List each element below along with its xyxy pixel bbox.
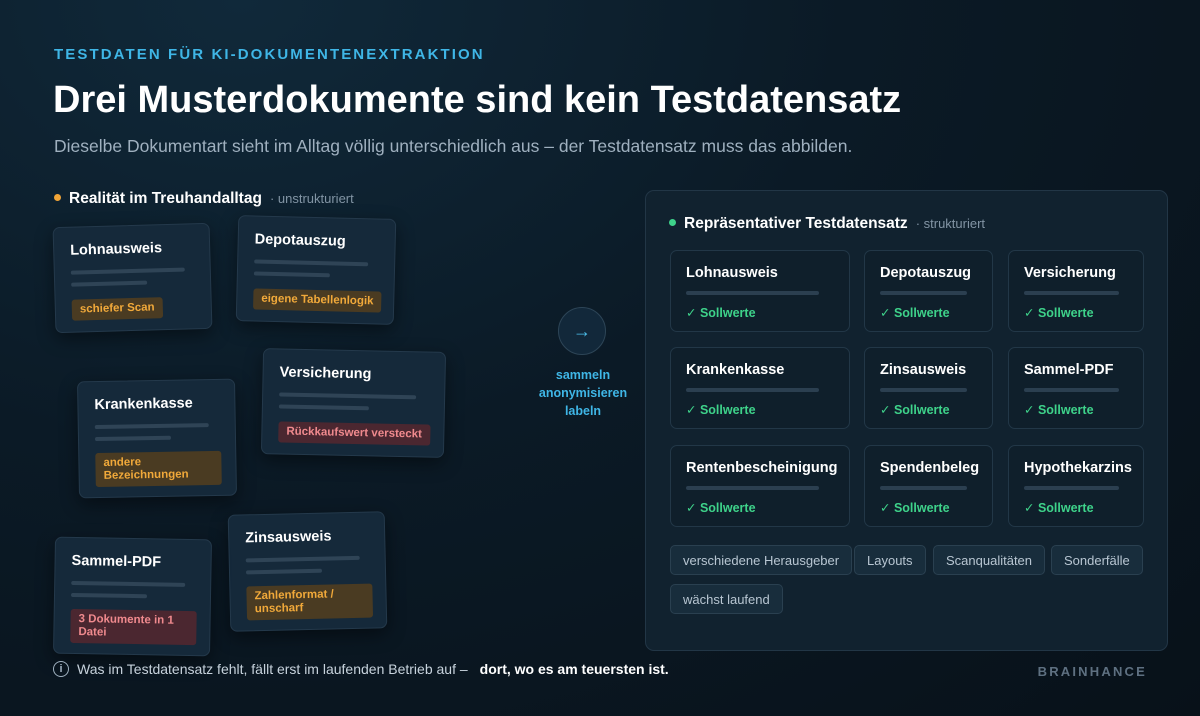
- placeholder-line: [279, 392, 417, 400]
- placeholder-line: [70, 592, 148, 599]
- placeholder-line: [254, 259, 369, 267]
- arrow-right-icon: →: [558, 307, 606, 355]
- dataset-card: Spendenbeleg ✓ Sollwerte: [864, 445, 993, 527]
- dataset-card: Depotauszug ✓ Sollwerte: [864, 250, 993, 332]
- dataset-heading-sub: · strukturiert: [915, 216, 986, 231]
- placeholder-line: [880, 291, 967, 295]
- reality-card-tag: Zahlenformat / unscharf: [246, 583, 374, 621]
- reality-card-tag: 3 Dokumente in 1 Datei: [70, 608, 197, 646]
- page-title: Drei Musterdokumente sind kein Testdaten…: [53, 79, 902, 121]
- footer-emphasis: dort, wo es am teuersten ist.: [479, 661, 669, 677]
- reality-card-title: Krankenkasse: [94, 395, 193, 414]
- placeholder-line: [686, 486, 819, 490]
- placeholder-line: [686, 388, 819, 392]
- check-label: ✓ Sollwerte: [1024, 501, 1094, 515]
- arrow-glyph: →: [573, 320, 591, 341]
- placeholder-line: [71, 580, 186, 587]
- check-label: ✓ Sollwerte: [686, 306, 756, 320]
- dataset-card: Rentenbescheinigung ✓ Sollwerte: [670, 445, 850, 527]
- dataset-card-title: Rentenbescheinigung: [686, 460, 838, 476]
- placeholder-line: [1024, 388, 1119, 392]
- placeholder-line: [278, 404, 369, 411]
- dataset-card: Zinsausweis ✓ Sollwerte: [864, 347, 993, 429]
- check-label: ✓ Sollwerte: [1024, 306, 1094, 320]
- check-label: ✓ Sollwerte: [686, 501, 756, 515]
- reality-card-tag: eigene Tabellenlogik: [253, 288, 382, 313]
- reality-card-lohnausweis: Lohnausweis schiefer Scan: [52, 222, 213, 334]
- dataset-card-title: Depotauszug: [880, 265, 972, 281]
- dataset-heading: Repräsentativer Testdatensatz · struktur…: [669, 215, 985, 233]
- dataset-chip: Sonderfälle: [1051, 545, 1143, 575]
- dataset-card-title: Sammel-PDF: [1024, 362, 1114, 378]
- placeholder-line: [94, 423, 209, 430]
- eyebrow: TESTDATEN FÜR KI-DOKUMENTENEXTRAKTION: [54, 46, 485, 63]
- dataset-card: Sammel-PDF ✓ Sollwerte: [1008, 347, 1144, 429]
- reality-card-tag: andere Bezeichnungen: [95, 450, 222, 488]
- status-dot-icon: [669, 219, 676, 226]
- placeholder-line: [880, 388, 967, 392]
- reality-heading-sub: · unstrukturiert: [269, 191, 354, 206]
- reality-card-title: Sammel-PDF: [71, 552, 162, 571]
- placeholder-line: [1024, 486, 1119, 490]
- reality-card-zinsausweis: Zinsausweis Zahlenformat / unscharf: [227, 511, 388, 632]
- dataset-card: Krankenkasse ✓ Sollwerte: [670, 347, 850, 429]
- dataset-card-title: Spendenbeleg: [880, 460, 980, 476]
- dataset-panel: Repräsentativer Testdatensatz · struktur…: [645, 190, 1168, 651]
- dataset-chip: Scanqualitäten: [933, 545, 1046, 575]
- info-icon: i: [53, 661, 69, 677]
- dataset-card-title: Versicherung: [1024, 265, 1116, 281]
- placeholder-line: [686, 291, 819, 295]
- page-subtitle: Dieselbe Dokumentart sieht im Alltag völ…: [54, 136, 853, 156]
- placeholder-line: [245, 568, 323, 575]
- reality-card-title: Lohnausweis: [69, 240, 163, 259]
- placeholder-line: [245, 555, 360, 563]
- dataset-card-title: Lohnausweis: [686, 265, 778, 281]
- dataset-card: Lohnausweis ✓ Sollwerte: [670, 250, 850, 332]
- reality-card-title: Versicherung: [279, 364, 372, 383]
- check-label: ✓ Sollwerte: [686, 403, 756, 417]
- flow-label: sammeln anonymisieren labeln: [528, 366, 638, 420]
- check-label: ✓ Sollwerte: [1024, 403, 1094, 417]
- dataset-chip: verschiedene Herausgeber: [670, 545, 853, 575]
- status-dot-icon: [54, 194, 61, 201]
- check-label: ✓ Sollwerte: [880, 306, 950, 320]
- footer-note: i Was im Testdatensatz fehlt, fällt erst…: [53, 661, 669, 677]
- placeholder-line: [880, 486, 967, 490]
- dataset-card: Versicherung ✓ Sollwerte: [1008, 250, 1144, 332]
- reality-card-tag: schiefer Scan: [71, 297, 163, 321]
- flow-label-line: sammeln: [555, 368, 611, 382]
- placeholder-line: [1024, 291, 1119, 295]
- dataset-card-title: Zinsausweis: [880, 362, 967, 378]
- reality-card-depotauszug: Depotauszug eigene Tabellenlogik: [235, 215, 397, 325]
- reality-card-title: Zinsausweis: [245, 528, 332, 547]
- dataset-chip: Layouts: [854, 545, 926, 575]
- reality-heading-label: Realität im Treuhandalltag: [69, 190, 262, 207]
- dataset-card-title: Hypothekarzins: [1024, 460, 1132, 476]
- flow-label-line: labeln: [564, 404, 602, 418]
- reality-heading: Realität im Treuhandalltag · unstrukturi…: [54, 190, 354, 208]
- dataset-chip: wächst laufend: [670, 584, 783, 614]
- placeholder-line: [71, 280, 148, 287]
- placeholder-line: [70, 267, 185, 275]
- check-label: ✓ Sollwerte: [880, 501, 950, 515]
- flow-label-line: anonymisieren: [538, 386, 628, 400]
- dataset-heading-label: Repräsentativer Testdatensatz: [684, 215, 908, 232]
- reality-card-title: Depotauszug: [254, 231, 346, 250]
- placeholder-line: [94, 435, 172, 442]
- dataset-card-title: Krankenkasse: [686, 362, 785, 378]
- dataset-card: Hypothekarzins ✓ Sollwerte: [1008, 445, 1144, 527]
- reality-card-tag: Rückkaufswert versteckt: [278, 421, 431, 446]
- check-label: ✓ Sollwerte: [880, 403, 950, 417]
- brand-logo: BRAINHANCE: [1037, 664, 1147, 679]
- reality-card-versicherung: Versicherung Rückkaufswert versteckt: [260, 348, 447, 458]
- footer-text: Was im Testdatensatz fehlt, fällt erst i…: [77, 661, 468, 677]
- reality-card-krankenkasse: Krankenkasse andere Bezeichnungen: [76, 378, 238, 499]
- placeholder-line: [253, 271, 330, 278]
- reality-card-sammel-pdf: Sammel-PDF 3 Dokumente in 1 Datei: [52, 536, 213, 657]
